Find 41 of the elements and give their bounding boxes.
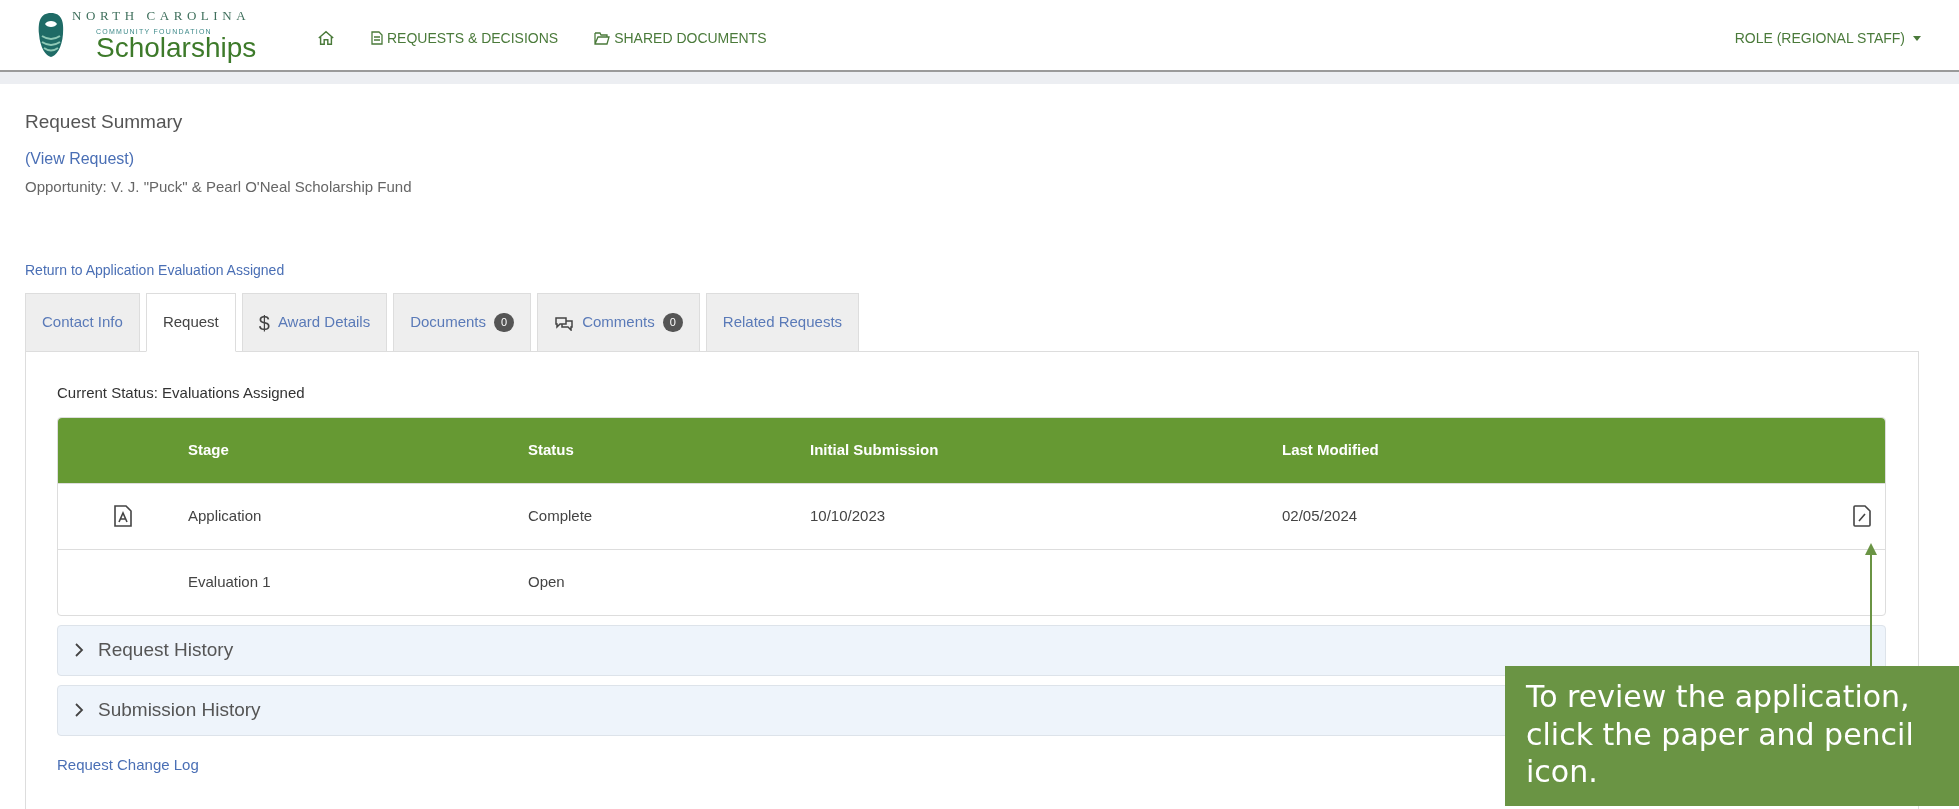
table-cell: Evaluation 1 bbox=[188, 572, 271, 590]
column-header: Initial Submission bbox=[810, 439, 940, 460]
document-pencil-icon[interactable] bbox=[1853, 505, 1871, 527]
column-header: Status bbox=[528, 439, 575, 460]
logo-name: Scholarships bbox=[96, 33, 257, 62]
pdf-icon[interactable] bbox=[114, 505, 132, 527]
role-menu[interactable]: ROLE (REGIONAL STAFF) bbox=[1734, 27, 1921, 49]
table-cell: Complete bbox=[528, 506, 593, 524]
tab[interactable]: Related Requests bbox=[705, 293, 860, 352]
change-log-link[interactable]: Request Change Log bbox=[57, 753, 199, 776]
opportunity-text: Opportunity: V. J. "Puck" & Pearl O'Neal Scholarship Fund bbox=[25, 176, 413, 197]
nav-link[interactable]: REQUESTS & DECISIONS bbox=[371, 27, 559, 49]
folder-icon bbox=[594, 31, 611, 45]
table-cell: 10/10/2023 bbox=[810, 506, 886, 524]
tab[interactable]: Comments 0 bbox=[537, 293, 700, 352]
table-cell: 02/05/2024 bbox=[1282, 506, 1358, 524]
column-header: Last Modified bbox=[1282, 439, 1380, 460]
return-link[interactable]: Return to Application Evaluation Assigned bbox=[25, 260, 285, 281]
accordion-header[interactable]: Request History bbox=[57, 624, 1886, 676]
tab[interactable]: Request bbox=[145, 293, 236, 352]
logo-title: NORTH CAROLINA bbox=[72, 8, 252, 22]
count-badge: 0 bbox=[662, 313, 683, 332]
table-cell: Open bbox=[528, 572, 565, 590]
tab[interactable]: Documents 0 bbox=[393, 293, 532, 352]
page-title: Request Summary bbox=[25, 110, 184, 134]
chevron-right-icon bbox=[74, 642, 84, 658]
column-header: Stage bbox=[188, 439, 230, 460]
caret-icon bbox=[1913, 35, 1921, 41]
nav-link[interactable]: SHARED DOCUMENTS bbox=[594, 27, 767, 49]
current-status: Current Status: Evaluations Assigned bbox=[57, 383, 306, 403]
dollar-sign: $ bbox=[258, 310, 270, 336]
logo-icon bbox=[38, 12, 64, 58]
tab[interactable]: Contact Info bbox=[25, 293, 140, 352]
callout-tooltip: To review the application, click the paper and pencil icon. bbox=[1505, 666, 1959, 806]
home-icon[interactable] bbox=[317, 29, 335, 47]
count-badge: 0 bbox=[494, 313, 515, 332]
chevron-right-icon bbox=[74, 702, 84, 718]
tab[interactable]: $ Award Details bbox=[241, 293, 388, 352]
table-cell: Application bbox=[188, 506, 262, 524]
view-request-link[interactable]: (View Request) bbox=[25, 146, 1919, 171]
document-icon bbox=[371, 31, 383, 45]
